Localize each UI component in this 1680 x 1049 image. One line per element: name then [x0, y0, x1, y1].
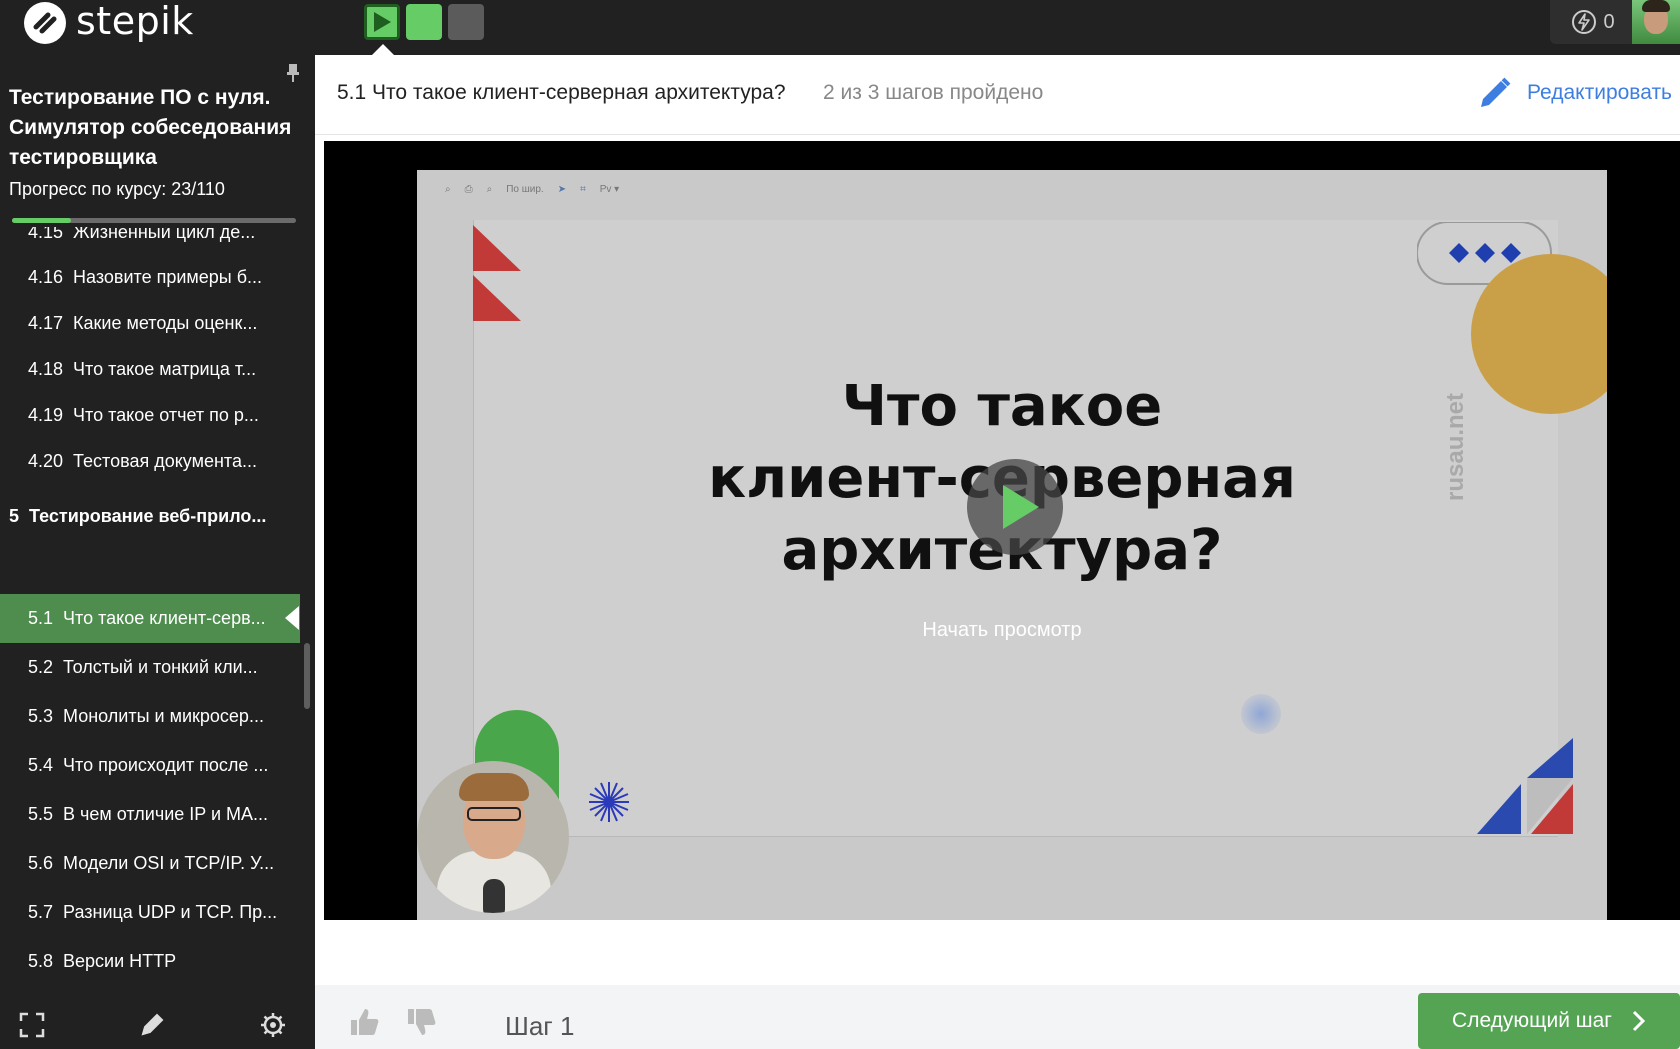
step-square-2[interactable] [406, 4, 442, 40]
sidebar-lesson-4-19[interactable]: 4.19 Что такое отчет по р... [28, 392, 298, 438]
sidebar-lesson-4-17[interactable]: 4.17 Какие методы оценк... [28, 300, 298, 346]
slide-toolbar-zoom: По шир. [506, 184, 544, 195]
logo-text: stepik [76, 0, 194, 43]
course-sidebar: Тестирование ПО с нуля. Симулятор собесе… [0, 55, 315, 1049]
edit-label: Редактировать [1526, 81, 1672, 104]
progress-label: Прогресс по курсу: [9, 179, 167, 199]
pencil-icon [1480, 77, 1511, 107]
energy-counter[interactable]: 0 [1550, 0, 1636, 44]
sidebar-lesson-4-15[interactable]: 4.15 Жизненный цикл де... [28, 227, 298, 255]
triangle-decoration-right [1477, 738, 1573, 834]
lesson-steps-status: 2 из 3 шагов пройдено [823, 81, 1044, 104]
chevron-right-icon [1632, 1010, 1646, 1032]
step-progress-squares [364, 4, 484, 40]
thumbs-down-icon[interactable] [406, 1007, 436, 1037]
step-square-1[interactable] [364, 4, 400, 40]
sidebar-lesson-5-3[interactable]: 5.3 Монолиты и микросер... [28, 693, 298, 739]
next-step-label: Следующий шаг [1452, 1009, 1612, 1032]
play-icon [374, 12, 391, 32]
course-progress-text: Прогресс по курсу: 23/110 [9, 179, 225, 200]
presenter-avatar [417, 761, 569, 913]
step-content: ⌕ ⎙ ⌕ По шир. ➤ ⌗ Pv ▾ Что такое rusau.n… [315, 135, 1680, 985]
progress-value: 23/110 [171, 179, 225, 199]
sidebar-lesson-4-16[interactable]: 4.16 Назовите примеры б... [28, 254, 298, 300]
pencil-icon[interactable] [138, 1011, 166, 1039]
triangle-decoration [473, 225, 521, 321]
thumbs-up-icon[interactable] [349, 1007, 379, 1037]
sidebar-lesson-5-2[interactable]: 5.2 Толстый и тонкий кли... [28, 644, 298, 690]
sidebar-toolbar [0, 999, 315, 1049]
sidebar-lesson-4-20[interactable]: 4.20 Тестовая документа... [28, 438, 298, 484]
sidebar-lesson-5-5[interactable]: 5.5 В чем отличие IP и MA... [28, 791, 298, 837]
active-step-marker [372, 44, 394, 55]
energy-count: 0 [1603, 10, 1615, 33]
burst-decoration [589, 782, 629, 822]
video-title-line-1: Что такое [841, 374, 1163, 439]
stepik-logo[interactable]: stepik [22, 0, 194, 46]
step-label: Шаг 1 [505, 1011, 575, 1041]
edit-button[interactable]: Редактировать [1477, 75, 1672, 111]
course-progress-fill [12, 218, 72, 223]
sidebar-lesson-4-18[interactable]: 4.18 Что такое матрица т... [28, 346, 298, 392]
start-viewing-label[interactable]: Начать просмотр [324, 619, 1680, 642]
lesson-list: 4.15 Жизненный цикл де... 4.16 Назовите пр… [0, 227, 315, 999]
sidebar-scrollbar[interactable] [304, 643, 310, 709]
play-icon [1003, 485, 1039, 529]
fullscreen-icon[interactable] [18, 1011, 46, 1039]
stepik-logo-icon [24, 2, 66, 44]
lesson-main: 5.1 Что такое клиент-серверная архитекту… [315, 55, 1680, 1049]
step-footer: Шаг 1 Следующий шаг [315, 985, 1680, 1049]
step-square-3[interactable] [448, 4, 484, 40]
video-player[interactable]: ⌕ ⎙ ⌕ По шир. ➤ ⌗ Pv ▾ Что такое rusau.n… [324, 141, 1680, 920]
pin-icon[interactable] [286, 63, 300, 83]
gear-icon[interactable] [259, 1011, 287, 1039]
next-step-button[interactable]: Следующий шаг [1418, 993, 1680, 1049]
course-title[interactable]: Тестирование ПО с нуля. Симулятор собесе… [9, 83, 299, 173]
user-avatar[interactable] [1632, 0, 1680, 44]
lightning-icon [1572, 10, 1597, 34]
watermark-text: rusau.net [1442, 392, 1469, 501]
sidebar-section-5[interactable]: 5 Тестирование веб-прило... [9, 493, 266, 539]
sidebar-lesson-5-7[interactable]: 5.7 Разница UDP и TCP. Пр... [28, 889, 298, 935]
video-play-button[interactable] [967, 459, 1063, 555]
cursor-highlight [1241, 694, 1281, 734]
slide-toolbar: ⌕ ⎙ ⌕ По шир. ➤ ⌗ Pv ▾ [445, 184, 620, 195]
sidebar-lesson-5-4[interactable]: 5.4 Что происходит после ... [28, 742, 298, 788]
sidebar-lesson-5-8[interactable]: 5.8 Версии HTTP [28, 938, 298, 984]
lesson-title: 5.1 Что такое клиент-серверная архитекту… [337, 81, 786, 104]
sidebar-lesson-5-6[interactable]: 5.6 Модели OSI и TCP/IP. У... [28, 840, 298, 886]
top-navbar: stepik 0 [0, 0, 1680, 55]
sidebar-lesson-5-1[interactable]: 5.1 Что такое клиент-серв... [28, 595, 298, 641]
lesson-header: 5.1 Что такое клиент-серверная архитекту… [315, 55, 1680, 135]
course-progress-bar [12, 218, 296, 223]
